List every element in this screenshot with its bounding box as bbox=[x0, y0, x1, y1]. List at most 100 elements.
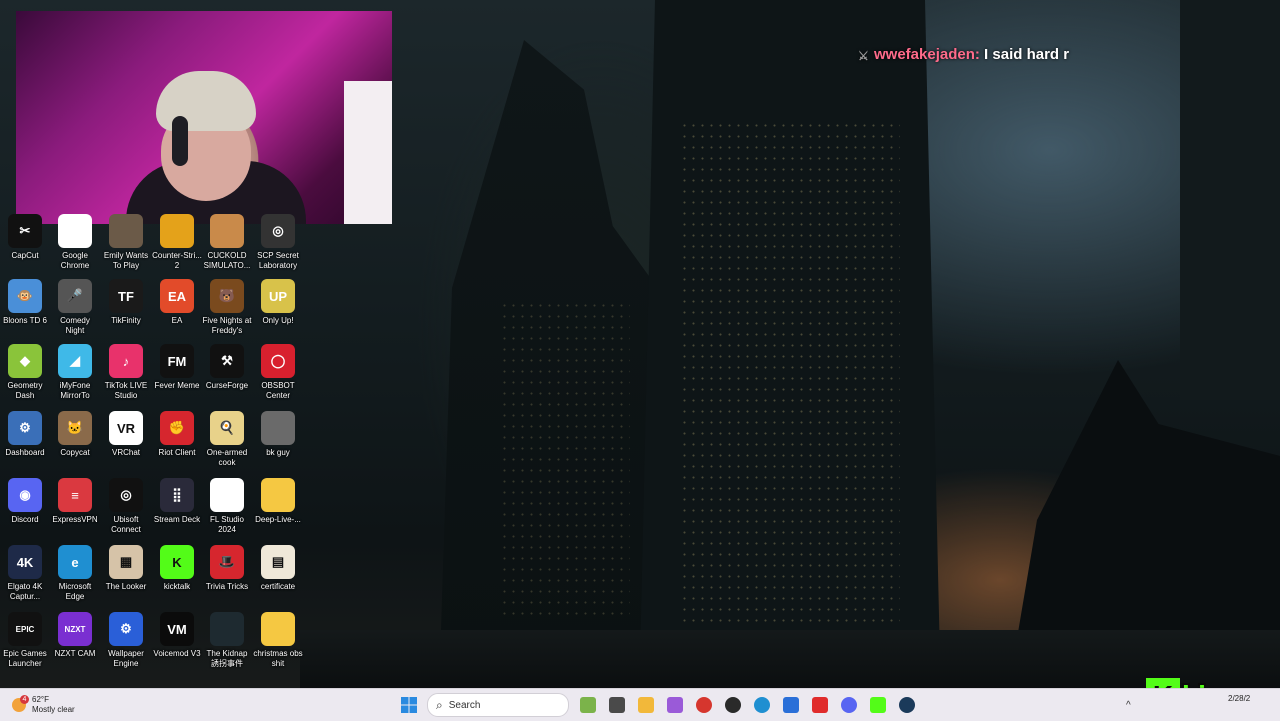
taskbar-app-button[interactable] bbox=[602, 692, 631, 718]
desktop-icon[interactable]: VM Voicemod V3 bbox=[152, 612, 202, 659]
desktop-icon-label: EA bbox=[171, 316, 183, 325]
desktop-icon[interactable]: Deep-Live-... bbox=[253, 478, 303, 525]
desktop-icon[interactable]: ⚙ Dashboard bbox=[0, 411, 50, 458]
desktop-icon-label: certificate bbox=[260, 582, 296, 591]
windows-icon bbox=[400, 697, 417, 713]
desktop-icon-label: Five Nights at Freddy's bbox=[202, 316, 252, 335]
desktop-icon[interactable]: 🐵 Bloons TD 6 bbox=[0, 279, 50, 326]
desktop-icon[interactable]: CUCKOLD SIMULATO... bbox=[202, 214, 252, 271]
game-icon bbox=[109, 214, 143, 248]
taskbar-clock[interactable]: 2/28/2 bbox=[1228, 694, 1250, 704]
desktop-icon[interactable]: ◎ SCP Secret Laboratory bbox=[253, 214, 303, 271]
desktop-icon[interactable]: VR VRChat bbox=[101, 411, 151, 458]
desktop-icon[interactable]: ⣿ Stream Deck bbox=[152, 478, 202, 525]
file-explorer-icon bbox=[637, 697, 654, 713]
desktop-icon[interactable]: bk guy bbox=[253, 411, 303, 458]
ubisoft-icon: ◎ bbox=[109, 478, 143, 512]
desktop-icon-label: Trivia Tricks bbox=[205, 582, 249, 591]
taskbar-search-box[interactable]: ⌕ Search bbox=[427, 693, 569, 717]
desktop-icon[interactable]: TF TikFinity bbox=[101, 279, 151, 326]
desktop-icon-label: Epic Games Launcher bbox=[3, 649, 47, 668]
desktop-icon[interactable]: 🍳 One-armed cook bbox=[202, 411, 252, 468]
desktop-icon-label: CapCut bbox=[11, 251, 39, 260]
taskbar-app-button[interactable] bbox=[747, 692, 776, 718]
desktop-icon[interactable]: ⚙ Wallpaper Engine bbox=[101, 612, 151, 669]
chat-text: I said hard r bbox=[984, 46, 1070, 63]
taskbar-app-button[interactable] bbox=[631, 692, 660, 718]
folder-icon bbox=[261, 612, 295, 646]
desktop-icon[interactable]: NZXT NZXT CAM bbox=[50, 612, 100, 659]
epic-icon: EPIC bbox=[8, 612, 42, 646]
ea-icon: EA bbox=[160, 279, 194, 313]
desktop-icon[interactable]: e Microsoft Edge bbox=[50, 545, 100, 602]
mirror-icon: ◢ bbox=[58, 344, 92, 378]
desktop-icon[interactable]: ◆ Geometry Dash bbox=[0, 344, 50, 401]
taskbar-app-button[interactable] bbox=[892, 692, 921, 718]
desktop-icon[interactable]: ✊ Riot Client bbox=[152, 411, 202, 458]
elgato-icon: 4K bbox=[8, 545, 42, 579]
desktop-icon[interactable]: 🎩 Trivia Tricks bbox=[202, 545, 252, 592]
desktop-icon-label: The Kidnap 誘拐事件 bbox=[206, 649, 248, 668]
desktop-icon[interactable]: UP Only Up! bbox=[253, 279, 303, 326]
wallpaper-ground bbox=[300, 630, 1280, 690]
desktop-icon-label: Bloons TD 6 bbox=[3, 316, 47, 325]
weather-alert-badge: 4 bbox=[20, 695, 29, 704]
desktop-icon-label: christmas obs shit bbox=[253, 649, 303, 668]
desktop-icon[interactable]: 🎤 Comedy Night bbox=[50, 279, 100, 336]
desktop-icon[interactable]: Kkicktalk bbox=[152, 545, 202, 592]
taskbar-app-button[interactable] bbox=[805, 692, 834, 718]
wallpaper-lights bbox=[500, 300, 630, 620]
photo-icon bbox=[261, 411, 295, 445]
desktop-icon[interactable]: ♪ TikTok LIVE Studio bbox=[101, 344, 151, 401]
taskbar-app-button[interactable] bbox=[689, 692, 718, 718]
desktop-icon[interactable]: ▦ The Looker bbox=[101, 545, 151, 592]
desktop-icon-label: TikTok LIVE Studio bbox=[104, 381, 148, 400]
copilot-icon bbox=[666, 697, 683, 713]
desktop-icon[interactable]: ◎ Ubisoft Connect bbox=[101, 478, 151, 535]
desktop-icon[interactable]: christmas obs shit bbox=[253, 612, 303, 669]
desktop-icon[interactable]: ⚒ CurseForge bbox=[202, 344, 252, 391]
obs-icon bbox=[724, 697, 741, 713]
desktop-icon[interactable]: 🐻 Five Nights at Freddy's bbox=[202, 279, 252, 336]
desktop-icon[interactable]: 🐱 Copycat bbox=[50, 411, 100, 458]
edge-icon bbox=[753, 697, 770, 713]
desktop-icon[interactable]: EPIC Epic Games Launcher bbox=[0, 612, 50, 669]
desktop-icon[interactable]: FL Studio 2024 bbox=[202, 478, 252, 535]
taskbar-app-button[interactable] bbox=[776, 692, 805, 718]
weather-widget[interactable]: 4 62°F Mostly clear bbox=[12, 692, 75, 718]
desktop-icon[interactable]: ≡ ExpressVPN bbox=[50, 478, 100, 525]
widgets-icon bbox=[579, 697, 596, 713]
taskbar-app-button[interactable] bbox=[660, 692, 689, 718]
desktop-icon[interactable]: Emily Wants To Play bbox=[101, 214, 151, 271]
desktop-icon[interactable]: Counter-Stri... 2 bbox=[152, 214, 202, 271]
desktop-icon[interactable]: ◢ iMyFone MirrorTo bbox=[50, 344, 100, 401]
taskbar-app-button[interactable] bbox=[718, 692, 747, 718]
desktop-icon[interactable]: ◉ Discord bbox=[0, 478, 50, 525]
desktop-icon[interactable]: ◯ OBSBOT Center bbox=[253, 344, 303, 401]
desktop-icon-label: One-armed cook bbox=[206, 448, 248, 467]
taskbar-app-button[interactable] bbox=[573, 692, 602, 718]
taskbar-app-button[interactable] bbox=[834, 692, 863, 718]
clock-date: 2/28/2 bbox=[1228, 694, 1251, 703]
copycat-icon: 🐱 bbox=[58, 411, 92, 445]
desktop-icon[interactable]: The Kidnap 誘拐事件 bbox=[202, 612, 252, 669]
taskbar-app-button[interactable] bbox=[863, 692, 892, 718]
kick-icon bbox=[869, 697, 886, 713]
desktop-icon[interactable]: ▤ certificate bbox=[253, 545, 303, 592]
game-icon bbox=[210, 612, 244, 646]
monkey-icon: 🐵 bbox=[8, 279, 42, 313]
desktop-icon[interactable]: ✂ CapCut bbox=[0, 214, 50, 261]
start-button[interactable] bbox=[394, 692, 423, 718]
flstudio-icon bbox=[210, 478, 244, 512]
streamdeck-icon: ⣿ bbox=[160, 478, 194, 512]
desktop-icon[interactable]: Google Chrome bbox=[50, 214, 100, 271]
desktop-icon[interactable]: 4K Elgato 4K Captur... bbox=[0, 545, 50, 602]
desktop-icon[interactable]: EA EA bbox=[152, 279, 202, 326]
desktop-icon[interactable]: FM Fever Meme bbox=[152, 344, 202, 391]
desktop-icon-label: Elgato 4K Captur... bbox=[7, 582, 43, 601]
search-icon: ⌕ bbox=[436, 697, 443, 712]
desktop-icon-label: The Looker bbox=[105, 582, 147, 591]
desktop-icon-label: Wallpaper Engine bbox=[108, 649, 144, 668]
desktop-icon-label: Copycat bbox=[60, 448, 90, 457]
chevron-up-icon[interactable]: ^ bbox=[1126, 700, 1131, 711]
